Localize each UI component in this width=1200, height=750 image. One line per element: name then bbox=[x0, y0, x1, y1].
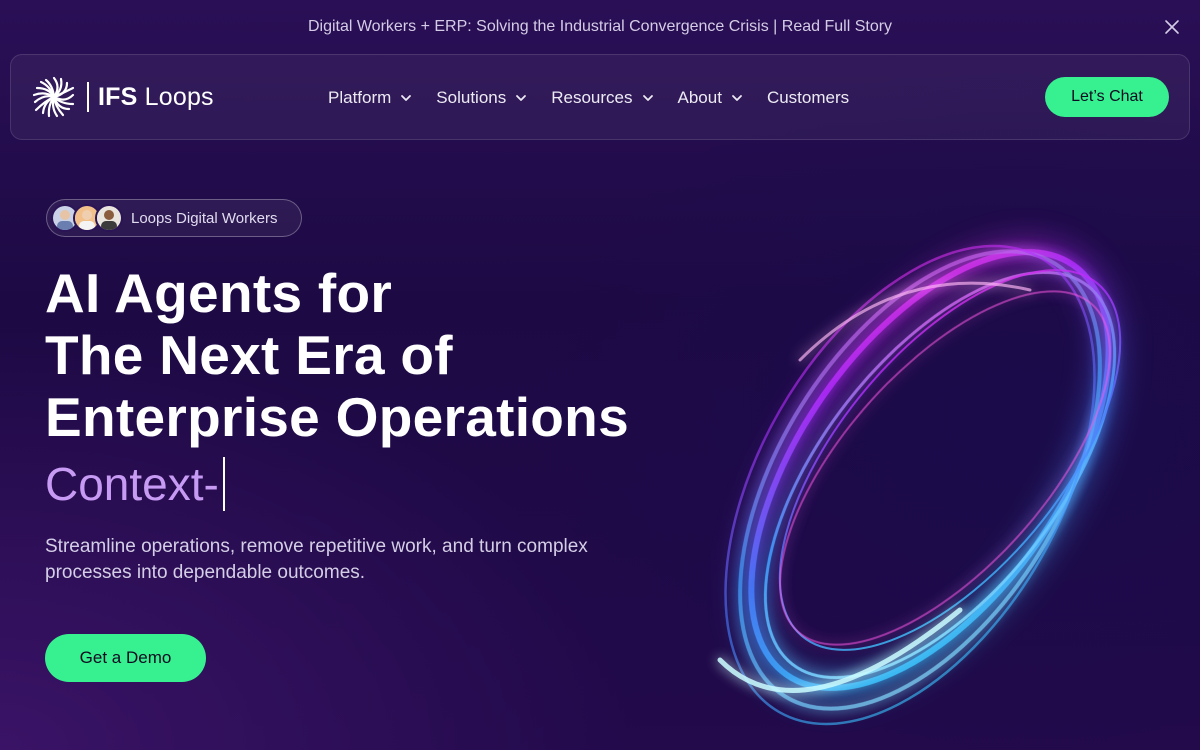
page: Digital Workers + ERP: Solving the Indus… bbox=[0, 0, 1200, 750]
nav-item-resources[interactable]: Resources bbox=[551, 88, 653, 108]
chevron-down-icon bbox=[732, 95, 742, 101]
chevron-down-icon bbox=[642, 95, 653, 101]
chevron-down-icon bbox=[516, 95, 527, 101]
ifs-starburst-logo-icon bbox=[32, 76, 75, 118]
nav-menu: Platform Solutions Resources About Custo… bbox=[328, 55, 873, 141]
nav-item-platform[interactable]: Platform bbox=[328, 88, 412, 108]
headline-line: Enterprise Operations bbox=[45, 386, 629, 448]
text-cursor bbox=[222, 457, 225, 511]
nav-item-label: Resources bbox=[551, 88, 633, 107]
headline-line: The Next Era of bbox=[45, 324, 453, 386]
typed-text: Context- bbox=[45, 455, 225, 513]
nav-item-label: Solutions bbox=[436, 88, 507, 107]
typed-word: Context- bbox=[45, 458, 219, 510]
get-demo-button[interactable]: Get a Demo bbox=[45, 634, 206, 682]
close-icon[interactable] bbox=[1162, 17, 1182, 37]
logo[interactable]: IFS Loops bbox=[31, 75, 214, 119]
logo-wordmark: IFS Loops bbox=[98, 82, 214, 111]
announcement-link[interactable]: Digital Workers + ERP: Solving the Indus… bbox=[308, 18, 892, 36]
hero-subtitle: Streamline operations, remove repetitive… bbox=[45, 536, 588, 583]
lets-chat-button[interactable]: Let’s Chat bbox=[1045, 77, 1169, 117]
digital-workers-badge[interactable]: Loops Digital Workers bbox=[46, 199, 302, 237]
avatar-group bbox=[51, 204, 123, 232]
hero-headline: AI Agents for The Next Era of Enterprise… bbox=[45, 262, 629, 448]
avatar bbox=[95, 204, 123, 232]
nav-item-customers[interactable]: Customers bbox=[767, 88, 849, 108]
headline-line: AI Agents for bbox=[45, 262, 393, 324]
main-nav: IFS Loops Platform Solutions Resources A… bbox=[10, 54, 1190, 140]
nav-item-label: Customers bbox=[766, 88, 850, 107]
light-swirl-graphic bbox=[717, 237, 1124, 726]
nav-item-about[interactable]: About bbox=[678, 88, 743, 108]
nav-item-solutions[interactable]: Solutions bbox=[436, 88, 527, 108]
badge-label: Loops Digital Workers bbox=[131, 209, 278, 227]
logo-divider bbox=[87, 82, 89, 112]
nav-item-label: Platform bbox=[328, 88, 392, 107]
chevron-down-icon bbox=[401, 95, 412, 101]
nav-item-label: About bbox=[677, 88, 722, 107]
announcement-bar: Digital Workers + ERP: Solving the Indus… bbox=[0, 0, 1200, 54]
